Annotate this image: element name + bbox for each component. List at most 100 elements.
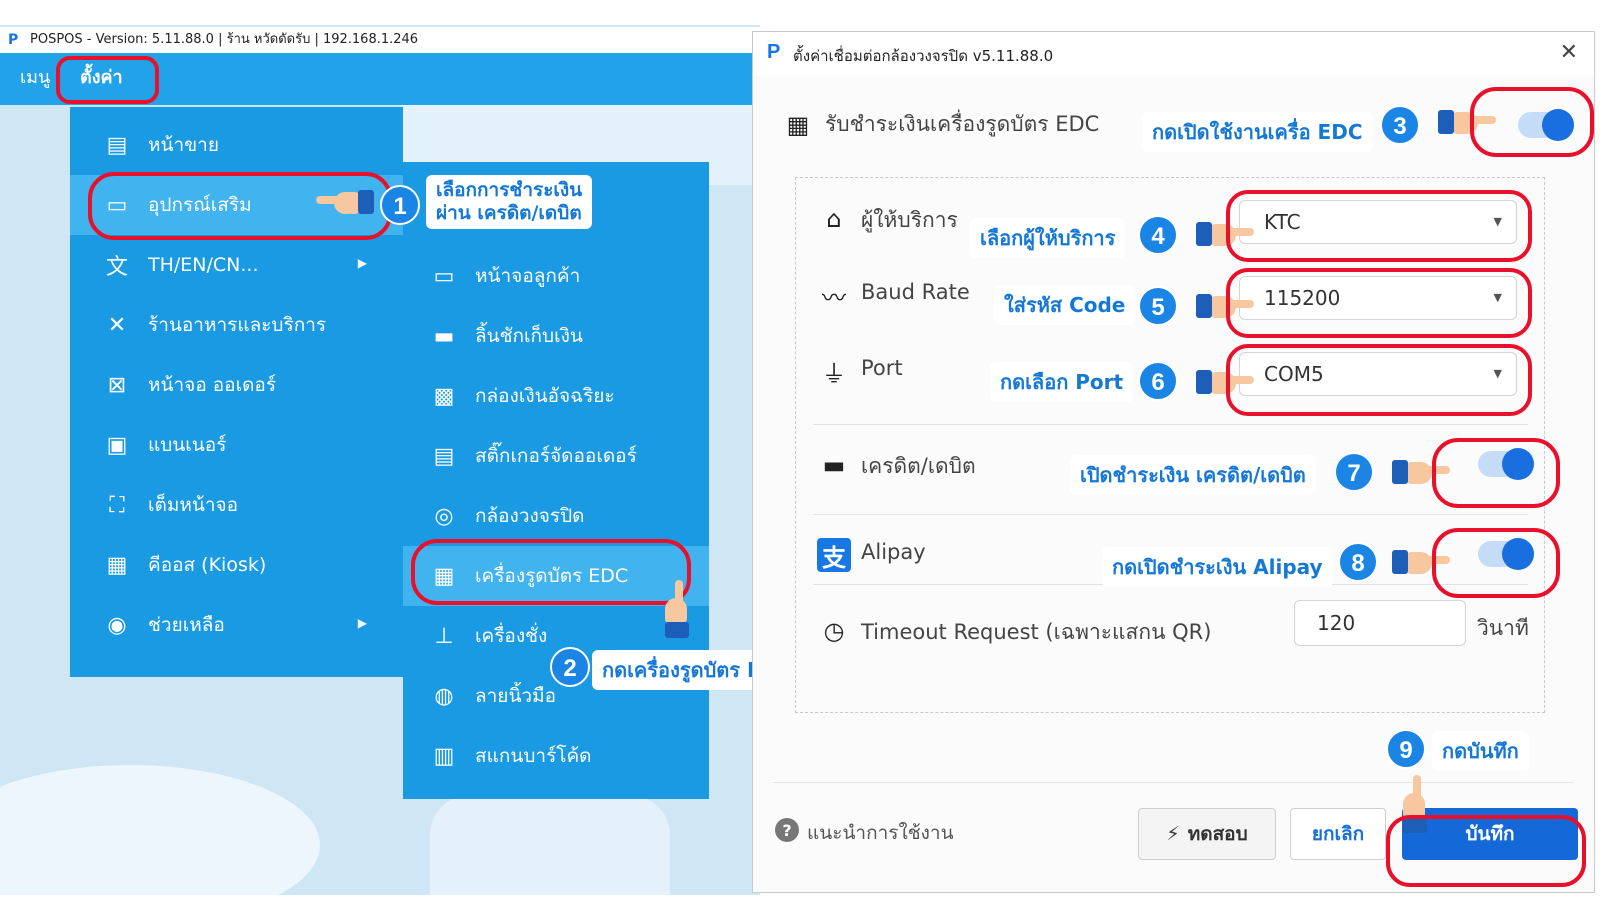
port-select[interactable]: COM5 ▼ — [1239, 352, 1517, 396]
menu-item-label: หน้าจอ ออเดอร์ — [148, 374, 277, 396]
app-title-text: POSPOS - Version: 5.11.88.0 | ร้าน หวัดด… — [30, 32, 419, 47]
divider — [813, 514, 1528, 515]
pointing-hand-icon — [1401, 775, 1431, 833]
submenu-item-customer-display[interactable]: ▭ หน้าจอลูกค้า — [403, 246, 709, 306]
pointing-hand-icon — [1392, 456, 1450, 486]
alipay-toggle[interactable] — [1478, 538, 1534, 570]
cancel-button[interactable]: ยกเลิก — [1290, 808, 1386, 860]
timeout-input[interactable]: 120 — [1294, 600, 1466, 646]
chevron-down-icon: ▼ — [1493, 367, 1502, 380]
alipay-icon: 支 — [817, 538, 851, 572]
dialog-titlebar: P ตั้งค่าเชื่อมต่อกล้องวงจรปิด v5.11.88.… — [753, 32, 1594, 76]
submenu-item-label: กล่องเงินอัจฉริยะ — [475, 385, 615, 407]
baud-rate-value: 115200 — [1264, 286, 1341, 310]
menu-item-sales[interactable]: ▤ หน้าขาย — [70, 115, 403, 175]
register-icon: ▤ — [106, 132, 128, 158]
menu-item-restaurant[interactable]: ✕ ร้านอาหารและบริการ — [70, 295, 403, 355]
step-4-badge: 4 — [1138, 215, 1178, 255]
usb-icon: ⏚ — [822, 359, 846, 388]
submenu-item-cctv[interactable]: ◎ กล้องวงจรปิด — [403, 486, 709, 546]
chevron-down-icon: ▼ — [1493, 215, 1502, 228]
step-1-note: เลือกการชำระเงิน ผ่าน เครดิต/เดบิต — [426, 175, 593, 229]
menu-item-label: อุปกรณ์เสริม — [148, 194, 252, 216]
accessories-submenu: ▭ หน้าจอลูกค้า ▬ ลิ้นชักเก็บเงิน ▩ กล่อง… — [403, 162, 709, 799]
help-link[interactable]: แนะนำการใช้งาน — [807, 818, 954, 848]
menu-item-label: หน้าขาย — [148, 134, 219, 156]
background-sale-bag — [430, 795, 670, 895]
baud-rate-select[interactable]: 115200 ▼ — [1239, 276, 1517, 320]
banner-icon: ▣ — [106, 432, 128, 458]
alipay-label: Alipay — [861, 540, 926, 564]
submenu-item-sticker-printer[interactable]: ▤ สติ๊กเกอร์จัดออเดอร์ — [403, 426, 709, 486]
menu-button[interactable]: เมนู — [20, 53, 50, 105]
menu-item-label: เต็มหน้าจอ — [148, 494, 239, 516]
pointing-hand-icon — [663, 580, 693, 638]
toggle-knob — [1542, 109, 1574, 141]
step-1-badge: 1 — [380, 185, 420, 225]
menu-item-fullscreen[interactable]: ⛶ เต็มหน้าจอ — [70, 475, 403, 535]
submenu-item-label: เครื่องรูดบัตร EDC — [475, 565, 629, 587]
credit-debit-toggle[interactable] — [1478, 448, 1534, 480]
edc-label: รับชำระเงินเครื่องรูดบัตร EDC — [825, 112, 1100, 136]
port-value: COM5 — [1264, 362, 1324, 386]
monitor-icon: ▭ — [433, 263, 455, 289]
devices-icon: ▭ — [106, 192, 128, 218]
fingerprint-icon: ◍ — [434, 683, 454, 709]
submenu-item-label: เครื่องชั่ง — [475, 625, 548, 647]
pointing-hand-icon — [316, 186, 374, 216]
test-button[interactable]: ⚡ ทดสอบ — [1138, 808, 1276, 860]
baud-rate-label: Baud Rate — [861, 280, 970, 304]
step-3-badge: 3 — [1380, 105, 1420, 145]
settings-menu-button[interactable]: ตั้งค่า — [80, 53, 123, 105]
menu-item-order-screen[interactable]: ⊠ หน้าจอ ออเดอร์ — [70, 355, 403, 415]
menu-item-kiosk[interactable]: ▦ คีออส (Kiosk) — [70, 535, 403, 595]
dialog-logo: P — [767, 41, 781, 63]
scale-icon: ⊥ — [434, 623, 454, 649]
edc-toggle[interactable] — [1518, 109, 1574, 141]
credit-debit-label: เครดิต/เดบิต — [861, 454, 976, 478]
pointing-hand-icon — [1196, 218, 1254, 248]
menu-item-label: ช่วยเหลือ — [148, 614, 225, 636]
credit-card-icon: ▬ — [822, 451, 846, 479]
step-3-note: กดเปิดใช้งานเครื่อ EDC — [1142, 112, 1373, 152]
submenu-item-barcode[interactable]: ▥ สแกนบาร์โค้ด — [403, 726, 709, 786]
barcode-icon: ▥ — [433, 743, 455, 769]
menu-item-label: ร้านอาหารและบริการ — [148, 314, 327, 336]
cash-drawer-icon: ▬ — [433, 323, 455, 349]
submenu-item-label: ลายนิ้วมือ — [475, 685, 557, 707]
bank-icon: ⌂ — [826, 205, 842, 233]
sticker-printer-icon: ▤ — [433, 443, 455, 469]
step-4-note: เลือกผู้ให้บริการ — [970, 218, 1126, 258]
close-icon[interactable]: ✕ — [1560, 40, 1578, 65]
pointing-hand-icon — [1438, 106, 1496, 136]
order-screen-icon: ⊠ — [107, 372, 127, 398]
submenu-item-label: หน้าจอลูกค้า — [475, 265, 581, 287]
plug-icon: ⚡ — [1166, 823, 1180, 845]
submenu-item-smart-cashbox[interactable]: ▩ กล่องเงินอัจฉริยะ — [403, 366, 709, 426]
provider-select[interactable]: KTC ▼ — [1239, 200, 1517, 244]
menu-item-banner[interactable]: ▣ แบนเนอร์ — [70, 415, 403, 475]
submenu-item-label: ลิ้นชักเก็บเงิน — [475, 325, 583, 347]
pointing-hand-icon — [1196, 366, 1254, 396]
timeout-label: Timeout Request (เฉพาะแสกน QR) — [861, 620, 1212, 644]
menu-item-language[interactable]: 文 TH/EN/CN... ▶ — [70, 235, 403, 295]
step-6-note: กดเลือก Port — [990, 362, 1134, 402]
kiosk-icon: ▦ — [106, 552, 128, 578]
step-1-note-line2: ผ่าน เครดิต/เดบิต — [436, 202, 582, 224]
submenu-item-label: กล้องวงจรปิด — [475, 505, 585, 527]
app-menubar: เมนู ตั้งค่า — [0, 53, 760, 105]
menu-item-help[interactable]: ◉ ช่วยเหลือ ▶ — [70, 595, 403, 655]
pointing-hand-icon — [1196, 290, 1254, 320]
step-8-badge: 8 — [1338, 542, 1378, 582]
submenu-item-cash-drawer[interactable]: ▬ ลิ้นชักเก็บเงิน — [403, 306, 709, 366]
help-icon: ◉ — [107, 612, 127, 638]
edc-icon: ▦ — [433, 563, 455, 589]
provider-label: ผู้ให้บริการ — [861, 208, 958, 232]
pospos-logo: P — [8, 32, 19, 48]
step-9-note: กดบันทึก — [1432, 731, 1529, 771]
fullscreen-icon: ⛶ — [109, 492, 125, 518]
provider-value: KTC — [1264, 210, 1301, 234]
pointing-hand-icon — [1392, 546, 1450, 576]
step-7-note: เปิดชำระเงิน เครดิต/เดบิต — [1070, 455, 1316, 495]
chevron-down-icon: ▼ — [1493, 291, 1502, 304]
